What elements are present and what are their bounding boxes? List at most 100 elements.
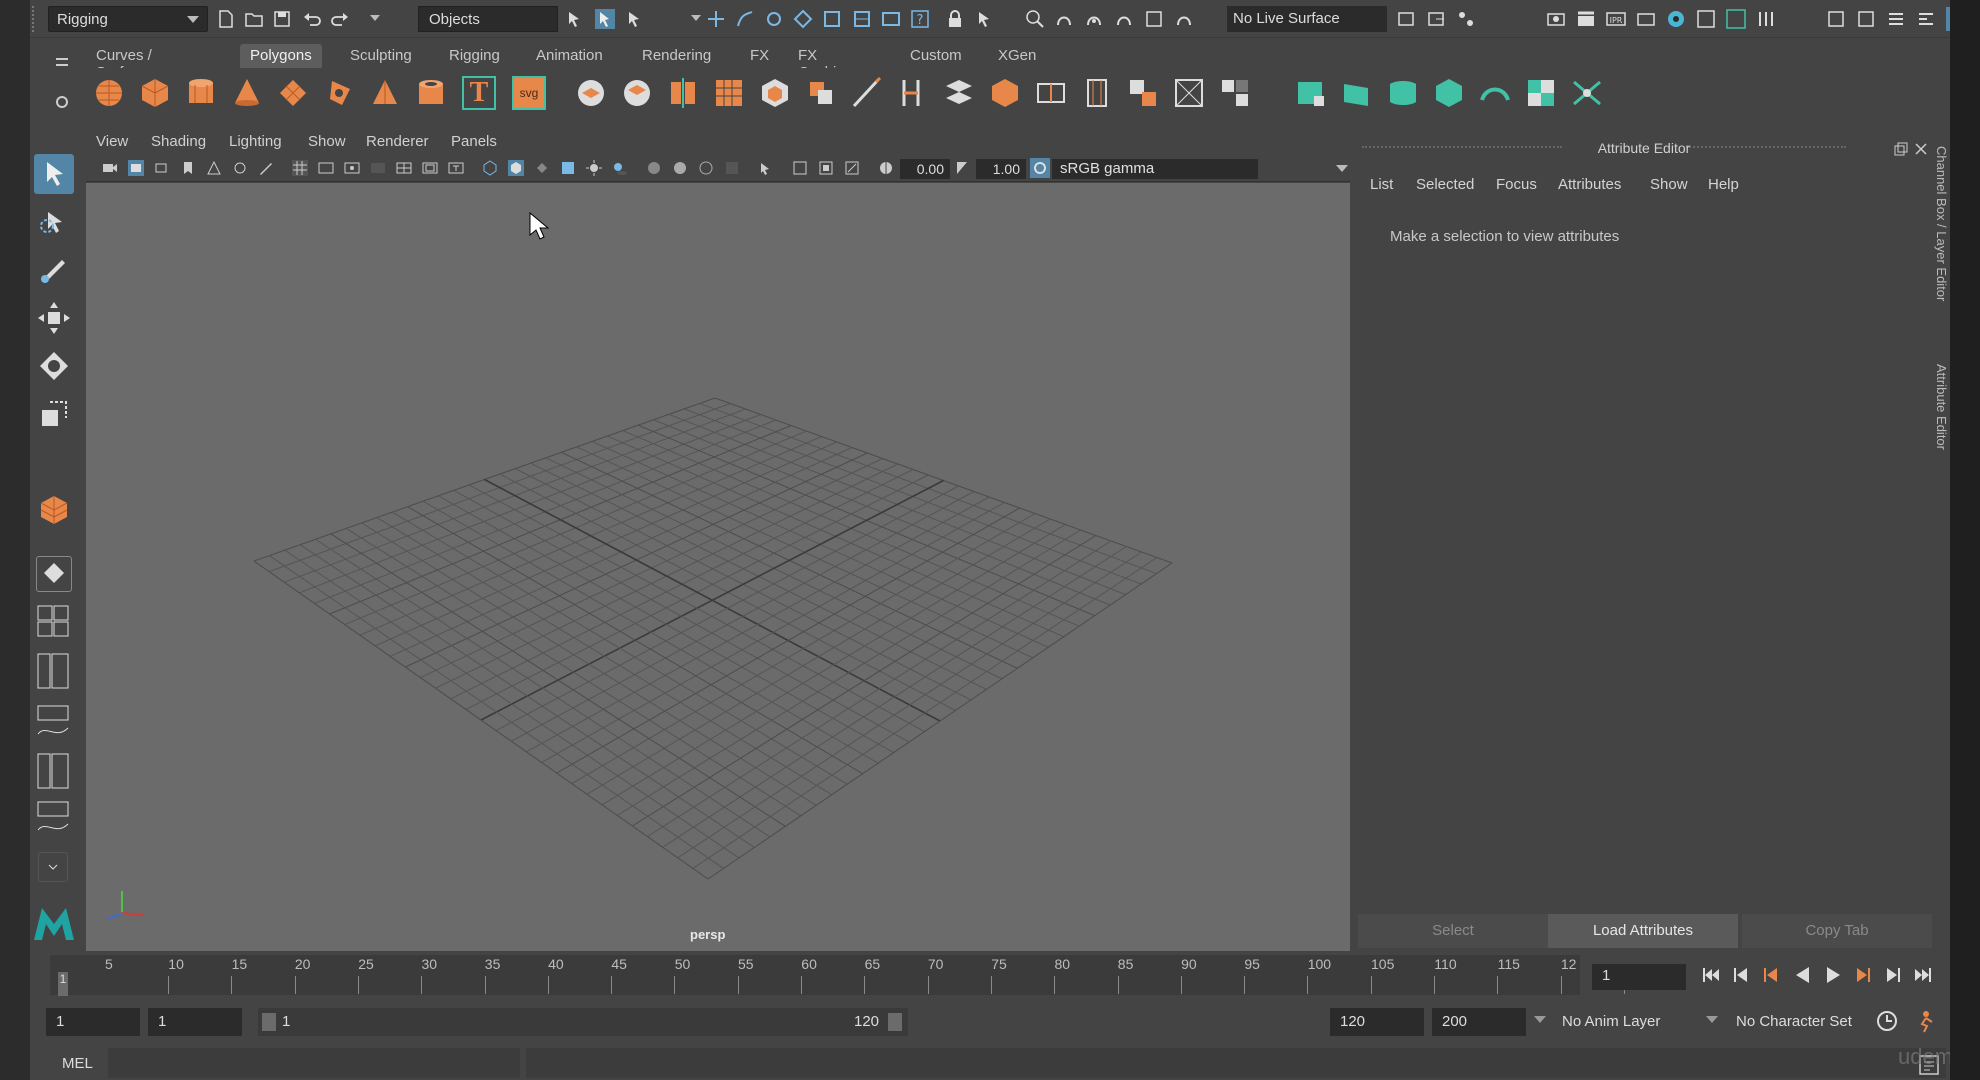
range-end-handle[interactable] <box>888 1013 902 1031</box>
shelf-tab[interactable]: Sculpting <box>340 44 422 68</box>
magnet-view-icon[interactable] <box>1114 9 1134 29</box>
poly-torus-icon[interactable] <box>322 76 356 110</box>
uv-editor-icon[interactable] <box>1294 76 1328 110</box>
close-icon[interactable] <box>1914 142 1928 156</box>
rotate-tool[interactable] <box>34 346 74 386</box>
lock-icon[interactable] <box>945 9 965 29</box>
gamma-icon[interactable] <box>954 160 970 176</box>
render-setup-icon[interactable] <box>1696 9 1716 29</box>
chevron-down-icon[interactable] <box>1534 1016 1546 1023</box>
go-to-end-icon[interactable] <box>1912 964 1934 986</box>
multi-cut-icon[interactable] <box>850 76 884 110</box>
shelf-menu-icon[interactable] <box>56 58 68 66</box>
field-chart-icon[interactable] <box>396 160 412 176</box>
automatic-mapping-icon[interactable] <box>1432 76 1466 110</box>
chevron-down-icon[interactable] <box>1706 1016 1718 1023</box>
current-time-marker[interactable]: 1 <box>58 972 68 996</box>
magnet-curve-icon[interactable] <box>1054 9 1074 29</box>
playback-start-field[interactable]: 1 <box>148 1008 242 1036</box>
panel-menu-shading[interactable]: Shading <box>151 133 206 150</box>
bookmark-icon[interactable] <box>180 160 196 176</box>
ae-select-button[interactable]: Select <box>1358 914 1548 948</box>
checker-map-icon[interactable] <box>1524 76 1558 110</box>
ae-menu-selected[interactable]: Selected <box>1416 176 1474 193</box>
render-frame-icon[interactable] <box>1546 9 1566 29</box>
side-tab-channel-box[interactable]: Channel Box / Layer Editor <box>1934 146 1949 301</box>
hypershade-layout[interactable] <box>36 752 72 792</box>
redo-icon[interactable] <box>330 9 350 29</box>
view-transform-dropdown[interactable]: sRGB gamma <box>1052 159 1258 179</box>
layout-expand-button[interactable] <box>38 852 68 882</box>
magnet-surface-icon[interactable] <box>1174 9 1194 29</box>
select-lock-icon[interactable] <box>975 9 995 29</box>
target-weld-icon[interactable] <box>1172 76 1206 110</box>
panel-menu-lighting[interactable]: Lighting <box>229 133 282 150</box>
make-live-icon[interactable] <box>822 9 842 29</box>
shelf-tab[interactable]: Custom <box>900 44 972 68</box>
component-mask-arrow[interactable] <box>691 15 701 21</box>
selection-mode-arrow[interactable] <box>370 15 380 21</box>
go-to-start-icon[interactable] <box>1700 964 1722 986</box>
auto-key-icon[interactable] <box>1874 1008 1900 1034</box>
range-slider[interactable]: 1 120 <box>258 1008 908 1036</box>
xray-active-icon[interactable] <box>818 160 834 176</box>
exposure-field[interactable]: 0.00 <box>900 159 950 179</box>
animation-preferences-icon[interactable] <box>1914 1008 1940 1034</box>
gamma-field[interactable]: 1.00 <box>976 159 1026 179</box>
two-d-pan-icon[interactable] <box>232 160 248 176</box>
play-forwards-icon[interactable] <box>1822 964 1844 986</box>
snap-to-view-plane-icon[interactable] <box>793 9 813 29</box>
textured-icon[interactable] <box>560 160 576 176</box>
magnet-point-icon[interactable] <box>1084 9 1104 29</box>
command-input[interactable] <box>108 1048 520 1078</box>
ae-menu-help[interactable]: Help <box>1708 176 1739 193</box>
single-perspective-layout[interactable] <box>36 556 72 592</box>
ae-menu-focus[interactable]: Focus <box>1496 176 1537 193</box>
cut-sew-uv-icon[interactable] <box>1478 76 1512 110</box>
resolution-gate-icon[interactable] <box>344 160 360 176</box>
end-frame-field[interactable]: 200 <box>1432 1008 1526 1036</box>
delete-edge-icon[interactable] <box>1218 76 1252 110</box>
magnet-grid-icon[interactable] <box>1144 9 1164 29</box>
ae-copy-tab-button[interactable]: Copy Tab <box>1742 914 1932 948</box>
playback-end-field[interactable]: 120 <box>1330 1008 1424 1036</box>
render-settings-icon[interactable] <box>1636 9 1656 29</box>
persp-graph-layout[interactable] <box>36 704 72 744</box>
mirror-icon[interactable] <box>666 76 700 110</box>
film-gate-icon[interactable] <box>318 160 334 176</box>
use-all-lights-icon[interactable] <box>586 160 602 176</box>
camera-attributes-icon[interactable] <box>128 160 144 176</box>
menu-set-dropdown[interactable]: Rigging <box>48 6 208 32</box>
select-by-hierarchy-icon[interactable] <box>565 9 585 29</box>
selection-mode-field[interactable]: Objects <box>418 6 558 32</box>
play-backwards-icon[interactable] <box>1792 964 1814 986</box>
shelf-tab[interactable]: Rendering <box>632 44 721 68</box>
poly-pipe-icon[interactable] <box>414 76 448 110</box>
smooth-shade-icon[interactable] <box>508 160 524 176</box>
channel-box-toggle-icon[interactable] <box>1886 9 1906 29</box>
poly-plane-icon[interactable] <box>276 76 310 110</box>
shelf-tab[interactable]: XGen <box>988 44 1046 68</box>
drag-handle[interactable] <box>32 6 40 32</box>
persp-outliner-layout[interactable] <box>36 652 72 692</box>
unfold-uv-icon[interactable] <box>1570 76 1604 110</box>
open-scene-icon[interactable] <box>244 9 264 29</box>
bevel-icon[interactable] <box>804 76 838 110</box>
shadows-icon[interactable] <box>612 160 628 176</box>
poly-cube-icon[interactable] <box>138 76 172 110</box>
poly-pyramid-icon[interactable] <box>368 76 402 110</box>
help-icon[interactable]: ? <box>910 9 930 29</box>
append-polygon-icon[interactable] <box>942 76 976 110</box>
select-by-component-icon[interactable] <box>625 9 645 29</box>
combine-icon[interactable] <box>574 76 608 110</box>
shelf-tab[interactable]: Rigging <box>439 44 510 68</box>
xray-joints-icon[interactable] <box>844 160 860 176</box>
depth-of-field-icon[interactable] <box>724 160 740 176</box>
step-back-icon[interactable] <box>1730 964 1752 986</box>
image-plane-icon[interactable] <box>206 160 222 176</box>
start-frame-field[interactable]: 1 <box>46 1008 140 1036</box>
insert-edge-loop-icon[interactable] <box>1034 76 1068 110</box>
wireframe-icon[interactable] <box>482 160 498 176</box>
attribute-editor-toggle-icon[interactable] <box>1946 7 1950 31</box>
isolate-select-icon[interactable] <box>758 160 774 176</box>
